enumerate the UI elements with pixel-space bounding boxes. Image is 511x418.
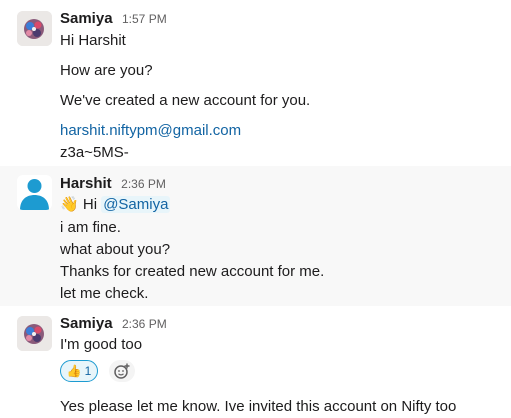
greeting-text: Hi <box>82 196 98 213</box>
thumbs-up-icon: 👍 <box>66 364 82 378</box>
message-text: what about you? <box>60 241 171 258</box>
author-name[interactable]: Samiya <box>60 10 113 27</box>
photo-avatar-icon <box>17 11 52 46</box>
message-text: z3a~5MS- <box>60 144 129 161</box>
message-header: Samiya 2:36 PM <box>60 315 167 333</box>
message-text: I'm good too <box>60 336 143 353</box>
timestamp[interactable]: 2:36 PM <box>121 177 166 191</box>
message-harshit[interactable]: Harshit 2:36 PM 👋 Hi @Samiya i am fine. … <box>0 166 511 306</box>
timestamp[interactable]: 1:57 PM <box>122 12 167 26</box>
thumbs-up-reaction-button[interactable]: 👍 1 <box>60 360 98 382</box>
message-samiya-2[interactable]: Samiya 2:36 PM I'm good too 👍 1 Yes plea… <box>0 306 511 418</box>
message-text: Thanks for created new account for me. <box>60 263 325 280</box>
author-name[interactable]: Harshit <box>60 175 112 192</box>
user-mention[interactable]: @Samiya <box>101 196 171 213</box>
greeting-line: 👋 Hi @Samiya <box>60 195 171 215</box>
add-reaction-icon <box>114 363 130 379</box>
message-text: Hi Harshit <box>60 32 126 49</box>
person-avatar-icon <box>20 179 49 210</box>
wave-emoji-icon: 👋 <box>60 196 79 213</box>
avatar[interactable] <box>17 316 52 351</box>
message-text: i am fine. <box>60 219 121 236</box>
avatar[interactable] <box>17 175 52 210</box>
timestamp[interactable]: 2:36 PM <box>122 317 167 331</box>
photo-avatar-icon <box>17 316 52 351</box>
message-text: let me check. <box>60 285 149 302</box>
message-text: How are you? <box>60 62 153 79</box>
add-reaction-button[interactable] <box>109 360 135 382</box>
reaction-count: 1 <box>84 364 92 378</box>
message-header: Samiya 1:57 PM <box>60 10 167 28</box>
message-text: Yes please let me know. Ive invited this… <box>60 398 457 415</box>
message-text: We've created a new account for you. <box>60 92 311 109</box>
avatar[interactable] <box>17 11 52 46</box>
author-name[interactable]: Samiya <box>60 315 113 332</box>
email-link[interactable]: harshit.niftypm@gmail.com <box>60 121 241 141</box>
message-samiya-1[interactable]: Samiya 1:57 PM Hi Harshit How are you? W… <box>0 0 511 166</box>
message-header: Harshit 2:36 PM <box>60 175 166 193</box>
